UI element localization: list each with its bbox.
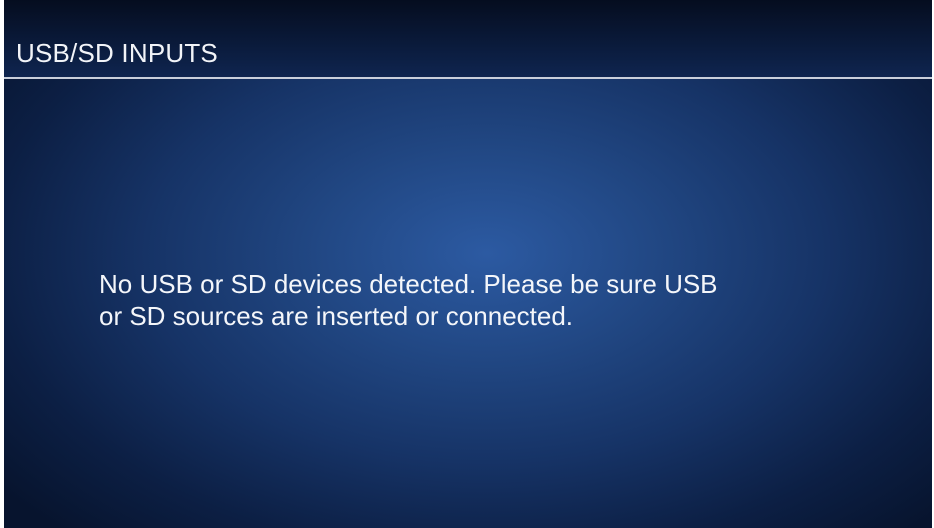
header-divider [4, 77, 932, 79]
no-devices-message: No USB or SD devices detected. Please be… [99, 268, 859, 332]
header-bar: USB/SD INPUTS [4, 0, 932, 78]
usb-sd-inputs-screen: USB/SD INPUTS No USB or SD devices detec… [4, 0, 932, 528]
page-title: USB/SD INPUTS [16, 38, 218, 68]
message-line-1: No USB or SD devices detected. Please be… [99, 269, 718, 299]
message-line-2: or SD sources are inserted or connected. [99, 301, 574, 331]
